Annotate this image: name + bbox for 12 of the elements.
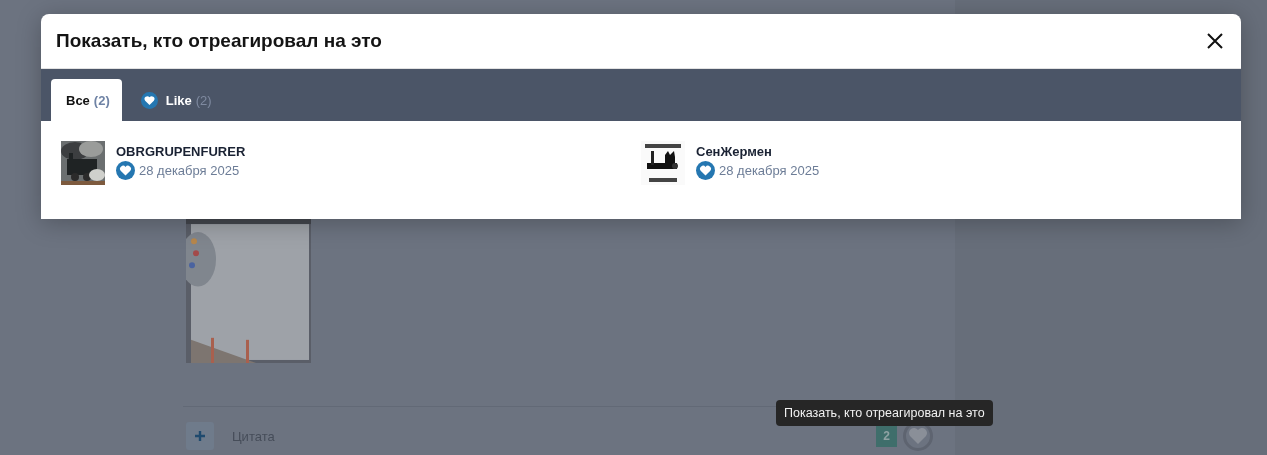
user-name[interactable]: OBRGRUPENFURER	[116, 144, 246, 159]
reaction-date: 28 декабря 2025	[719, 163, 820, 178]
tab[interactable]: Like (2)	[125, 79, 224, 121]
plus-icon	[194, 430, 206, 442]
reaction-date: 28 декабря 2025	[139, 163, 240, 178]
close-icon	[1207, 33, 1223, 49]
tab[interactable]: Все (2)	[51, 79, 122, 121]
close-button[interactable]	[1207, 33, 1223, 49]
user-name[interactable]: СенЖермен	[696, 144, 820, 159]
dialog-title: Показать, кто отреагировал на это	[56, 30, 382, 52]
tooltip: Показать, кто отреагировал на это	[776, 400, 993, 426]
heart-icon	[908, 427, 928, 445]
